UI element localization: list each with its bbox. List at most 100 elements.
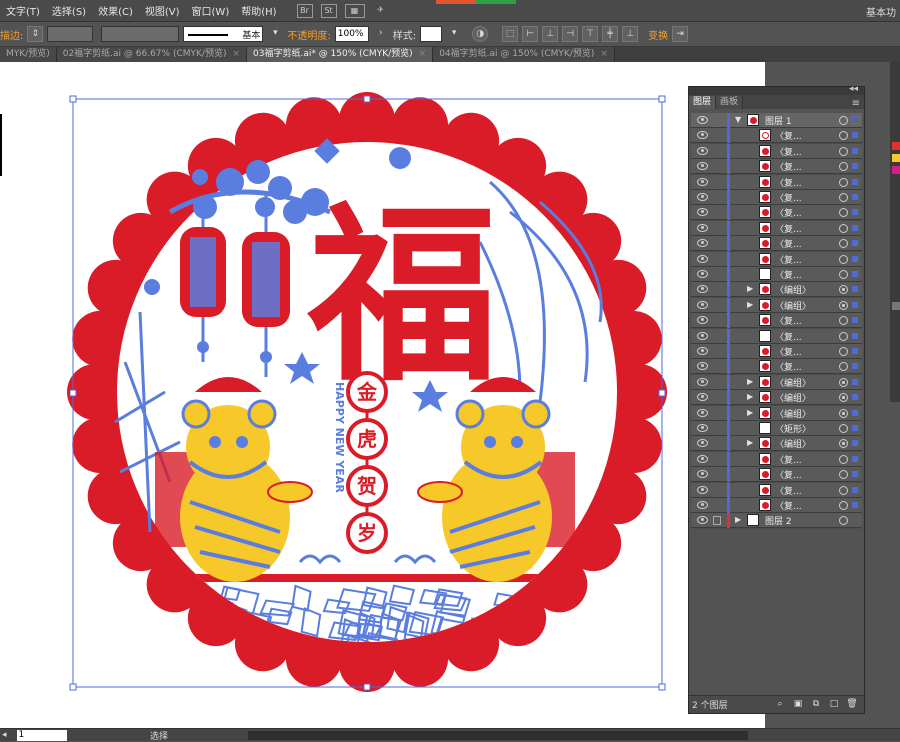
layer-name[interactable]: 〈复...: [775, 330, 802, 343]
eye-icon[interactable]: [697, 516, 708, 525]
eye-icon[interactable]: [697, 454, 708, 463]
eye-icon[interactable]: [697, 300, 708, 309]
bridge-icon[interactable]: Br: [296, 3, 313, 18]
tab-document-01[interactable]: MYK/预览): [0, 47, 57, 62]
layer-row[interactable]: 〈复...: [691, 190, 862, 205]
selection-indicator[interactable]: [852, 363, 858, 370]
gpu-icon[interactable]: ✈: [373, 4, 389, 18]
chevron-down-icon[interactable]: ▾: [267, 26, 283, 42]
target-icon[interactable]: [839, 454, 848, 464]
layer-row[interactable]: 〈复...: [691, 143, 862, 159]
stroke-label[interactable]: 描边:: [0, 27, 23, 42]
menu-effect[interactable]: 效果(C): [92, 3, 139, 18]
artboard-number-field[interactable]: 1: [16, 729, 67, 741]
eye-icon[interactable]: [697, 131, 708, 140]
layer-name[interactable]: 〈复...: [775, 129, 802, 142]
selection-indicator[interactable]: [852, 409, 858, 416]
selection-indicator[interactable]: [852, 394, 858, 401]
close-icon[interactable]: ×: [600, 49, 608, 59]
eye-icon[interactable]: [697, 377, 708, 386]
layer-row[interactable]: ▶ 〈编组〉: [691, 405, 862, 421]
selection-indicator[interactable]: [852, 163, 858, 170]
eye-icon[interactable]: [697, 424, 708, 432]
variable-width-field[interactable]: [101, 26, 180, 42]
menu-window[interactable]: 窗口(W): [186, 3, 236, 18]
swatch-yellow[interactable]: [892, 154, 900, 162]
layer-row[interactable]: 〈复...: [691, 220, 862, 236]
layer-name[interactable]: 〈编组〉: [775, 299, 811, 312]
layer-name[interactable]: 〈复...: [775, 160, 802, 173]
layer-row[interactable]: 〈复...: [691, 236, 862, 252]
close-icon[interactable]: ×: [232, 49, 240, 59]
swatch-gray[interactable]: [892, 302, 900, 310]
stroke-weight-stepper[interactable]: ⇕: [27, 26, 44, 42]
target-icon[interactable]: [839, 223, 848, 233]
menu-view[interactable]: 视图(V): [139, 3, 186, 18]
selection-indicator[interactable]: [852, 332, 858, 339]
align-right-icon[interactable]: ⊣: [562, 26, 579, 42]
layer-row[interactable]: ▶ 图层 2: [691, 513, 862, 529]
align-to-icon[interactable]: ⬚: [502, 26, 519, 42]
eye-icon[interactable]: [697, 408, 708, 417]
layer-row[interactable]: ▶ 〈编组〉: [691, 297, 862, 313]
layer-name[interactable]: 图层 1: [765, 114, 792, 127]
layer-name[interactable]: 〈复...: [775, 345, 802, 358]
align-top-icon[interactable]: ⊤: [582, 26, 599, 42]
layer-name[interactable]: 〈编组〉: [775, 407, 811, 420]
selection-indicator[interactable]: [852, 471, 858, 478]
selection-indicator[interactable]: [852, 348, 858, 354]
target-icon[interactable]: [839, 393, 848, 403]
disclosure-closed-icon[interactable]: ▶: [735, 515, 741, 524]
selection-indicator[interactable]: [852, 455, 858, 462]
target-icon[interactable]: [839, 285, 848, 295]
menu-help[interactable]: 帮助(H): [235, 3, 282, 18]
eye-icon[interactable]: [697, 347, 708, 355]
eye-icon[interactable]: [697, 146, 708, 155]
chevron-down-icon[interactable]: ▾: [446, 26, 462, 42]
eye-icon[interactable]: [697, 162, 708, 171]
align-left-icon[interactable]: ⊢: [522, 26, 539, 42]
target-icon[interactable]: [839, 131, 848, 141]
selection-indicator[interactable]: [852, 301, 858, 308]
layer-row[interactable]: 〈复...: [691, 344, 862, 359]
layer-name[interactable]: 〈复...: [775, 468, 802, 481]
target-icon[interactable]: [839, 501, 848, 510]
layer-name[interactable]: 〈矩形〉: [775, 422, 811, 435]
disclosure-closed-icon[interactable]: ▶: [747, 392, 753, 401]
layer-name[interactable]: 〈复...: [775, 253, 802, 266]
layer-name[interactable]: 〈复...: [775, 206, 802, 219]
layer-name[interactable]: 〈复...: [775, 222, 802, 235]
layer-row[interactable]: 〈复...: [691, 482, 862, 498]
target-icon[interactable]: [839, 239, 848, 249]
opacity-label[interactable]: 不透明度:: [287, 27, 330, 42]
selection-indicator[interactable]: [852, 486, 858, 493]
arrange-documents-icon[interactable]: ▦: [344, 3, 365, 18]
collapse-icon[interactable]: ◂◂: [849, 84, 858, 94]
eye-icon[interactable]: [697, 501, 708, 509]
eye-icon[interactable]: [697, 270, 708, 278]
selection-indicator[interactable]: [852, 271, 858, 277]
layer-name[interactable]: 〈复...: [775, 314, 802, 327]
swatch-red[interactable]: [892, 142, 900, 150]
recolor-artwork-icon[interactable]: ◑: [472, 26, 489, 42]
eye-icon[interactable]: [697, 285, 708, 294]
isolate-icon[interactable]: ⇥: [672, 26, 689, 42]
layer-row[interactable]: ▶ 〈编组〉: [691, 436, 862, 452]
panel-menu-icon[interactable]: ≡: [852, 98, 864, 109]
disclosure-closed-icon[interactable]: ▶: [747, 377, 753, 386]
tab-document-03[interactable]: 03福字剪纸.ai* @ 150% (CMYK/预览) ×: [247, 47, 434, 62]
layer-row[interactable]: 〈复...: [691, 313, 862, 329]
make-clipping-mask-icon[interactable]: ▣: [792, 699, 804, 710]
eye-icon[interactable]: [697, 362, 708, 371]
layer-row[interactable]: 〈复...: [691, 267, 862, 282]
tab-layers[interactable]: 图层: [689, 96, 717, 109]
layer-row[interactable]: 〈复...: [691, 451, 862, 467]
layer-name[interactable]: 〈复...: [775, 145, 802, 158]
layer-row[interactable]: 〈复...: [691, 359, 862, 375]
target-icon[interactable]: [839, 439, 848, 449]
disclosure-closed-icon[interactable]: ▶: [747, 284, 753, 293]
target-icon[interactable]: [839, 516, 848, 526]
layer-name[interactable]: 〈编组〉: [775, 283, 811, 296]
layer-row[interactable]: 〈复...: [691, 498, 862, 513]
chevron-right-icon[interactable]: ›: [373, 26, 389, 42]
